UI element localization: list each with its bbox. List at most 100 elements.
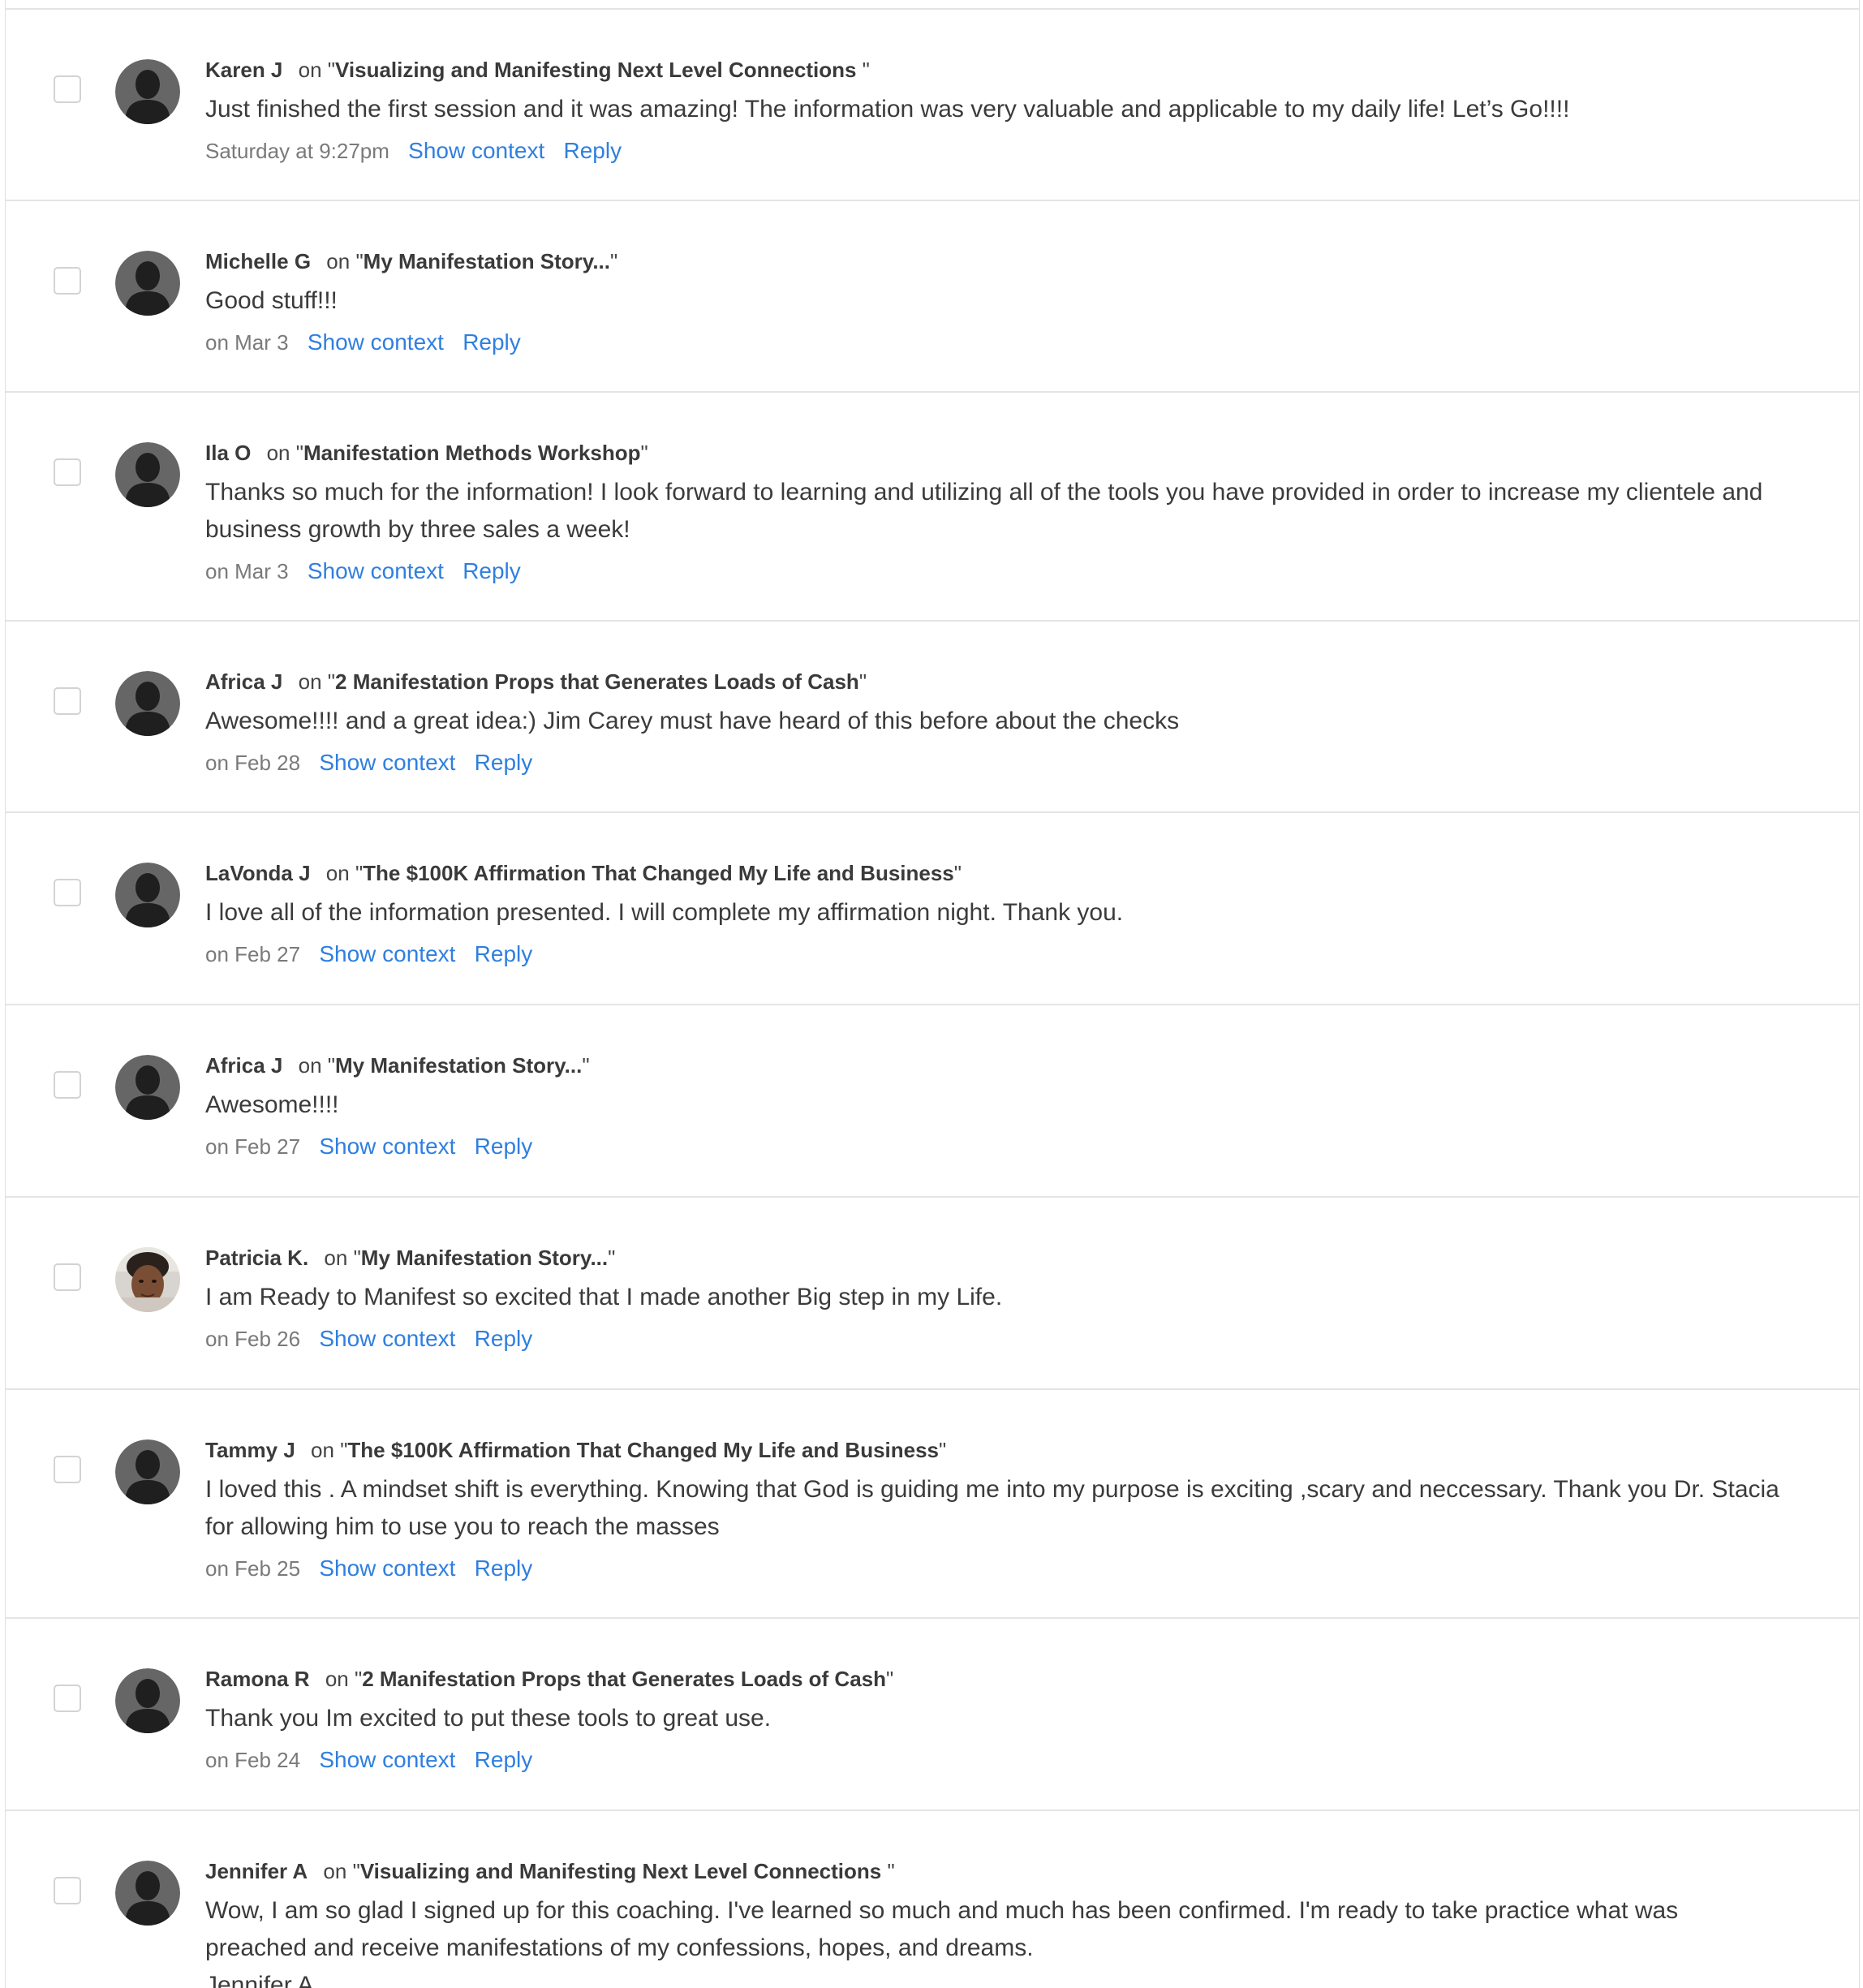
post-title-link[interactable]: The $100K Affirmation That Changed My Li… [363, 861, 954, 885]
comment-date: on Mar 3 [205, 330, 289, 355]
comment-meta: on Feb 27 Show context Reply [205, 1132, 1786, 1161]
show-context-link[interactable]: Show context [319, 1326, 455, 1351]
post-title-link[interactable]: 2 Manifestation Props that Generates Loa… [362, 1667, 886, 1691]
reply-link[interactable]: Reply [475, 1326, 533, 1351]
on-label: on [325, 861, 350, 885]
close-quote: " [939, 1438, 947, 1462]
on-label: on [298, 58, 322, 82]
author-name[interactable]: Ila O [205, 440, 251, 466]
comment-item: Africa J on "My Manifestation Story..." … [6, 1005, 1859, 1198]
close-quote: " [886, 1667, 894, 1691]
comment-date: on Feb 27 [205, 942, 301, 966]
comment-select-checkbox[interactable] [54, 1071, 81, 1099]
author-name[interactable]: Ramona R [205, 1666, 310, 1692]
reply-link[interactable]: Reply [475, 941, 533, 966]
reply-link[interactable]: Reply [463, 329, 521, 355]
on-label: on [323, 1859, 347, 1883]
default-avatar-icon [115, 442, 180, 507]
comment-date: Saturday at 9:27pm [205, 139, 389, 163]
comment-text: Just finished the first session and it w… [205, 96, 1570, 123]
comment-body: I love all of the information presented.… [205, 894, 1786, 932]
author-name[interactable]: Africa J [205, 669, 282, 695]
post-title-link[interactable]: The $100K Affirmation That Changed My Li… [347, 1438, 939, 1462]
comment-body: Thanks so much for the information! I lo… [205, 474, 1786, 549]
comment-select-checkbox[interactable] [54, 1456, 81, 1483]
user-photo-avatar [115, 1247, 180, 1312]
default-avatar-icon [115, 59, 180, 124]
comment-meta: on Feb 24 Show context Reply [205, 1745, 1786, 1775]
comment-item: Ila O on "Manifestation Methods Workshop… [6, 393, 1859, 622]
show-context-link[interactable]: Show context [319, 941, 455, 966]
post-title-link[interactable]: My Manifestation Story... [361, 1246, 608, 1270]
avatar [115, 1439, 180, 1504]
comment-item: Africa J on "2 Manifestation Props that … [6, 622, 1859, 813]
post-title-link[interactable]: Manifestation Methods Workshop [303, 441, 641, 465]
comment-select-checkbox[interactable] [54, 1877, 81, 1904]
author-name[interactable]: Karen J [205, 57, 282, 83]
avatar [115, 1247, 180, 1312]
on-label: on [298, 669, 322, 694]
comment-header: Ila O on "Manifestation Methods Workshop… [205, 440, 1786, 466]
comment-meta: on Mar 3 Show context Reply [205, 557, 1786, 586]
comment-content: Tammy J on "The $100K Affirmation That C… [205, 1437, 1786, 1583]
comment-text: Good stuff!!! [205, 287, 338, 314]
show-context-link[interactable]: Show context [308, 558, 444, 583]
author-name[interactable]: Patricia K. [205, 1245, 308, 1271]
default-avatar-icon [115, 671, 180, 736]
comment-content: Patricia K. on "My Manifestation Story..… [205, 1245, 1786, 1353]
comment-item: Jennifer A on "Visualizing and Manifesti… [6, 1811, 1859, 1988]
close-quote: " [887, 1859, 895, 1883]
open-quote: " [355, 861, 364, 885]
author-name[interactable]: Africa J [205, 1052, 282, 1078]
show-context-link[interactable]: Show context [408, 138, 544, 163]
author-name[interactable]: Michelle G [205, 248, 311, 274]
comment-select-checkbox[interactable] [54, 267, 81, 295]
avatar [115, 59, 180, 124]
comment-select-checkbox[interactable] [54, 1685, 81, 1712]
reply-link[interactable]: Reply [475, 1747, 533, 1772]
comment-item: Karen J on "Visualizing and Manifesting … [6, 10, 1859, 201]
reply-link[interactable]: Reply [463, 558, 521, 583]
author-name[interactable]: LaVonda J [205, 860, 311, 886]
comment-select-checkbox[interactable] [54, 75, 81, 103]
reply-link[interactable]: Reply [475, 1134, 533, 1159]
comment-body: I loved this . A mindset shift is everyt… [205, 1471, 1786, 1546]
comment-select-checkbox[interactable] [54, 1263, 81, 1291]
default-avatar-icon [115, 1055, 180, 1120]
post-title-link[interactable]: My Manifestation Story... [335, 1053, 582, 1078]
open-quote: " [355, 249, 364, 273]
comment-date: on Mar 3 [205, 559, 289, 583]
comment-meta: Saturday at 9:27pm Show context Reply [205, 136, 1786, 166]
comment-item: Tammy J on "The $100K Affirmation That C… [6, 1390, 1859, 1619]
comment-select-checkbox[interactable] [54, 879, 81, 906]
comment-header: Africa J on "My Manifestation Story..." [205, 1052, 1786, 1078]
show-context-link[interactable]: Show context [308, 329, 444, 355]
show-context-link[interactable]: Show context [319, 1556, 455, 1581]
comment-item: Ramona R on "2 Manifestation Props that … [6, 1619, 1859, 1811]
comment-header: Michelle G on "My Manifestation Story...… [205, 248, 1786, 274]
author-name[interactable]: Tammy J [205, 1437, 295, 1463]
comment-content: LaVonda J on "The $100K Affirmation That… [205, 860, 1786, 969]
comment-date: on Feb 24 [205, 1748, 301, 1772]
post-title-link[interactable]: My Manifestation Story... [364, 249, 610, 273]
comment-meta: on Mar 3 Show context Reply [205, 328, 1786, 357]
post-title-link[interactable]: Visualizing and Manifesting Next Level C… [360, 1859, 888, 1883]
comment-content: Africa J on "2 Manifestation Props that … [205, 669, 1786, 777]
post-title-link[interactable]: Visualizing and Manifesting Next Level C… [335, 58, 863, 82]
on-label: on [311, 1438, 334, 1462]
comment-select-checkbox[interactable] [54, 687, 81, 715]
comment-content: Ramona R on "2 Manifestation Props that … [205, 1666, 1786, 1775]
comment-content: Michelle G on "My Manifestation Story...… [205, 248, 1786, 357]
show-context-link[interactable]: Show context [319, 750, 455, 775]
reply-link[interactable]: Reply [475, 1556, 533, 1581]
comment-content: Ila O on "Manifestation Methods Workshop… [205, 440, 1786, 586]
close-quote: " [610, 249, 618, 273]
reply-link[interactable]: Reply [564, 138, 622, 163]
comment-select-checkbox[interactable] [54, 458, 81, 486]
show-context-link[interactable]: Show context [319, 1134, 455, 1159]
post-title-link[interactable]: 2 Manifestation Props that Generates Loa… [335, 669, 859, 694]
reply-link[interactable]: Reply [475, 750, 533, 775]
author-name[interactable]: Jennifer A [205, 1858, 308, 1884]
show-context-link[interactable]: Show context [319, 1747, 455, 1772]
comment-header: Tammy J on "The $100K Affirmation That C… [205, 1437, 1786, 1463]
